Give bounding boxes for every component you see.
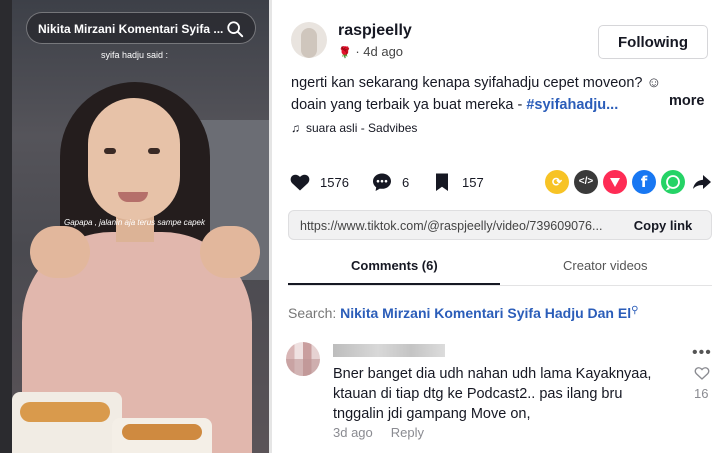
more-button[interactable]: more — [669, 93, 704, 109]
search-prefix: Search: — [288, 305, 341, 321]
details-panel: raspjeelly 🌹 · 4d ago Following ngerti k… — [272, 0, 720, 453]
search-suggestion-link[interactable]: Nikita Mirzani Komentari Syifa Hadju Dan… — [340, 305, 631, 321]
video-person-hand — [30, 226, 90, 278]
video-person-eye — [104, 148, 116, 154]
comment-like-count: 16 — [694, 386, 709, 401]
video-overlay-text: syifa hadju said : — [100, 50, 169, 60]
comment-text: Bner banget dia udh nahan udh lama Kayak… — [333, 366, 652, 422]
video-link-box: https://www.tiktok.com/@raspjeelly/video… — [288, 210, 712, 240]
reply-button[interactable]: Reply — [391, 425, 424, 440]
post-meta: 🌹 · 4d ago — [338, 44, 403, 59]
video-url[interactable]: https://www.tiktok.com/@raspjeelly/video… — [300, 219, 622, 233]
music-title: suara asli - Sadvibes — [306, 121, 418, 135]
hashtag-link[interactable]: #syifahadju... — [526, 97, 618, 113]
repost-icon[interactable]: ⟳ — [545, 170, 569, 194]
video-food-tray — [12, 392, 122, 453]
post-description-line1: ngerti kan sekarang kenapa syifahadju ce… — [291, 75, 662, 91]
music-link[interactable]: ♫ suara asli - Sadvibes — [291, 121, 417, 135]
post-description-line2: doain yang terbaik ya buat mereka - — [291, 97, 527, 113]
tab-comments[interactable]: Comments (6) — [351, 258, 438, 273]
comment-icon[interactable] — [370, 170, 394, 194]
save-count: 157 — [462, 175, 484, 190]
author-avatar[interactable] — [291, 22, 327, 58]
share-arrow-icon[interactable] — [690, 170, 714, 194]
tab-active-indicator — [288, 283, 500, 285]
following-button[interactable]: Following — [598, 25, 708, 59]
tab-creator-videos[interactable]: Creator videos — [563, 258, 648, 273]
author-username[interactable]: raspjeelly — [338, 22, 412, 40]
video-search-text: Nikita Mirzani Komentari Syifa ... — [38, 22, 224, 36]
video-player[interactable]: Nikita Mirzani Komentari Syifa ... syifa… — [0, 0, 269, 453]
heart-outline-icon[interactable] — [693, 364, 711, 382]
comment-time: 3d ago — [333, 425, 373, 440]
video-caption: Gapapa , jalanin aja terus sampe capek — [64, 218, 205, 227]
commenter-avatar[interactable] — [286, 342, 320, 376]
like-count: 1576 — [320, 175, 349, 190]
music-note-icon: ♫ — [291, 121, 300, 135]
search-icon[interactable] — [226, 20, 244, 38]
commenter-name-blurred[interactable] — [333, 344, 445, 357]
video-person-eye — [148, 148, 160, 154]
search-suggestion: Search: Nikita Mirzani Komentari Syifa H… — [288, 305, 638, 321]
comment-meta: 3d ago Reply — [333, 425, 424, 440]
tab-divider — [288, 285, 712, 286]
whatsapp-icon[interactable] — [661, 170, 685, 194]
comment-count: 6 — [402, 175, 410, 190]
post-time: · 4d ago — [355, 44, 404, 59]
rose-badge-icon: 🌹 — [338, 47, 352, 59]
search-icon: ⚲ — [631, 305, 639, 316]
facebook-icon[interactable]: f — [632, 170, 656, 194]
video-food-tray — [112, 418, 212, 453]
post-description: ngerti kan sekarang kenapa syifahadju ce… — [291, 72, 711, 116]
more-options-icon[interactable]: ••• — [692, 344, 712, 362]
video-search-bar[interactable]: Nikita Mirzani Komentari Syifa ... — [26, 12, 256, 44]
heart-icon[interactable] — [288, 170, 312, 194]
video-person-hand — [200, 226, 260, 278]
bookmark-icon[interactable] — [430, 170, 454, 194]
embed-icon[interactable]: </> — [574, 170, 598, 194]
copy-link-button[interactable]: Copy link — [615, 211, 711, 239]
send-icon[interactable] — [603, 170, 627, 194]
